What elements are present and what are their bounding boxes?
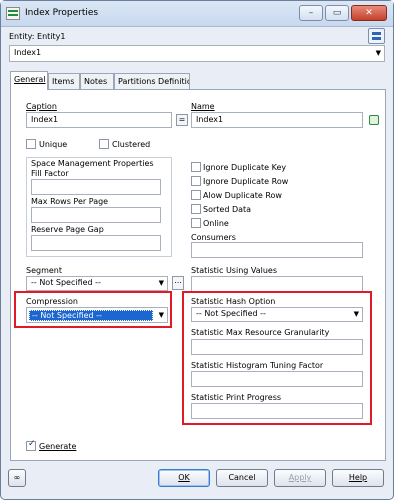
chevron-down-icon: ▼ [158,279,164,287]
equals-button[interactable]: = [176,114,188,126]
space-management-title: Space Management Properties [31,159,154,168]
generate-checkbox[interactable] [26,439,36,451]
max-rows-input[interactable] [31,207,161,223]
consumers-input[interactable] [191,242,363,258]
ignore-duplicate-row-label: Ignore Duplicate Row [203,177,289,186]
ignore-duplicate-key-checkbox[interactable] [191,162,201,172]
apply-button: Apply [274,469,326,487]
help-button[interactable]: Help [332,469,384,487]
fill-factor-label: Fill Factor [31,169,69,178]
allow-duplicate-row-label: Alow Duplicate Row [203,191,282,200]
caption-label: Caption [26,102,57,111]
compression-select[interactable]: -- Not Specified -- ▼ [26,307,168,323]
close-button[interactable]: ✕ [351,5,387,21]
caption-input[interactable]: Index1 [26,112,172,128]
sorted-data-label: Sorted Data [203,205,252,214]
statistic-histogram-tuning-label: Statistic Histogram Tuning Factor [191,361,324,370]
unique-checkbox[interactable] [26,139,36,149]
tab-notes[interactable]: Notes [80,73,114,89]
name-input[interactable]: Index1 [191,112,363,128]
clustered-label: Clustered [112,140,151,149]
ignore-duplicate-key-label: Ignore Duplicate Key [203,163,287,172]
compression-selected-value: -- Not Specified -- [29,310,153,321]
dialog-footer: ∞ OK Cancel Apply Help [1,463,393,499]
index-select-value: Index1 [14,48,42,57]
statistic-using-values-input[interactable] [191,276,363,292]
maximize-button[interactable]: ▭ [325,5,349,21]
statistic-hash-option-label: Statistic Hash Option [191,297,276,306]
statistic-max-granularity-input[interactable] [191,339,363,355]
generate-label: Generate [39,442,77,451]
statistic-histogram-tuning-input[interactable] [191,371,363,387]
statistic-print-progress-label: Statistic Print Progress [191,393,282,402]
entity-properties-icon[interactable] [368,28,385,44]
name-label: Name [191,102,215,111]
index-properties-window: Index Properties – ▭ ✕ Entity: Entity1 I… [0,0,394,500]
consumers-label: Consumers [191,233,236,242]
link-icon[interactable]: ∞ [8,469,26,487]
statistic-max-granularity-label: Statistic Max Resource Granularity [191,328,330,337]
refresh-icon[interactable] [369,115,379,125]
segment-select[interactable]: -- Not Specified -- ▼ [26,276,168,291]
chevron-down-icon: ▼ [375,49,381,57]
segment-browse-button[interactable]: ... [172,276,184,290]
tab-partitions-definition[interactable]: Partitions Definition [114,73,190,89]
statistic-hash-option-select[interactable]: -- Not Specified -- ▼ [191,307,363,322]
tab-general[interactable]: General [10,71,48,90]
segment-label: Segment [26,266,62,275]
compression-label: Compression [26,297,78,306]
ok-button[interactable]: OK [158,469,210,487]
clustered-checkbox[interactable] [99,139,109,149]
max-rows-label: Max Rows Per Page [31,197,109,206]
chevron-down-icon: ▼ [353,310,359,318]
index-properties-icon [6,7,20,20]
unique-label: Unique [39,140,68,149]
statistic-using-values-label: Statistic Using Values [191,266,278,275]
cancel-button[interactable]: Cancel [216,469,268,487]
ignore-duplicate-row-checkbox[interactable] [191,176,201,186]
fill-factor-input[interactable] [31,179,161,195]
tab-items[interactable]: Items [48,73,80,89]
reserve-page-gap-input[interactable] [31,235,161,251]
general-panel: Caption Index1 = Name Index1 Unique Clus… [10,89,386,461]
reserve-page-gap-label: Reserve Page Gap [31,225,104,234]
allow-duplicate-row-checkbox[interactable] [191,190,201,200]
sorted-data-checkbox[interactable] [191,204,201,214]
index-select[interactable]: Index1 ▼ [9,45,385,62]
entity-label: Entity: Entity1 [9,32,66,41]
online-label: Online [203,219,229,228]
online-checkbox[interactable] [191,218,201,228]
minimize-button[interactable]: – [299,5,323,21]
statistic-print-progress-input[interactable] [191,403,363,419]
window-title: Index Properties [25,8,99,18]
title-bar: Index Properties – ▭ ✕ [1,1,393,27]
chevron-down-icon: ▼ [158,311,164,319]
